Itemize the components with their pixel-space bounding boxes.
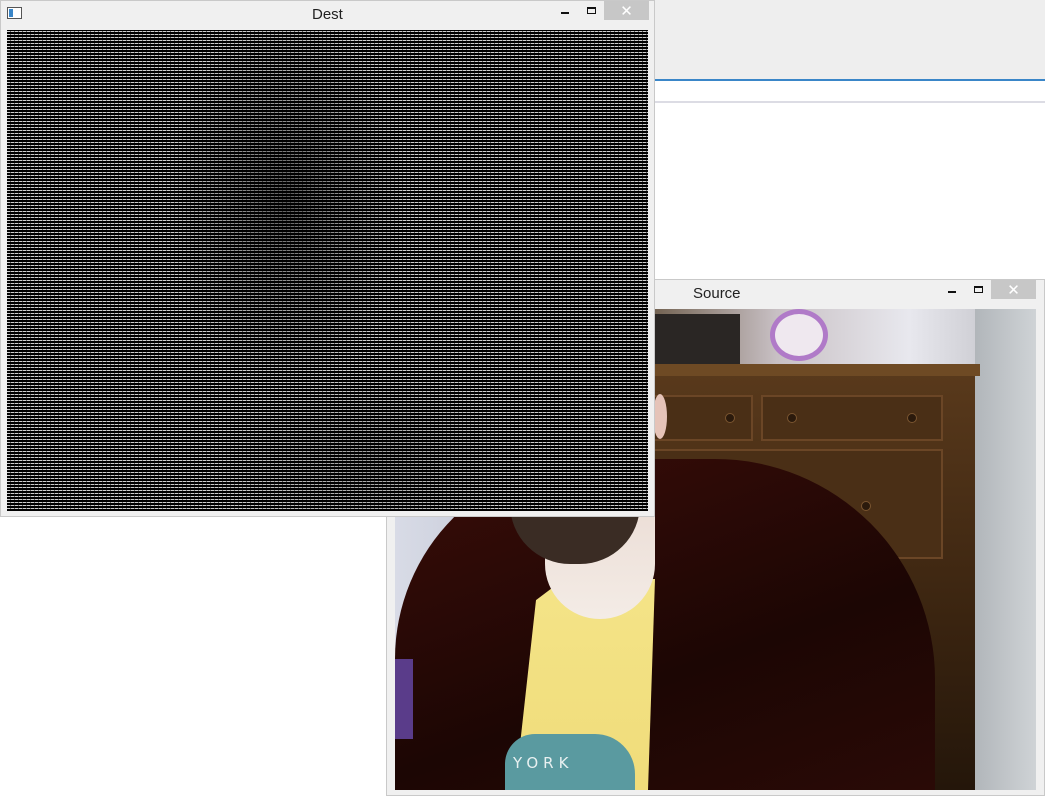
- scene-knob: [787, 413, 797, 423]
- peace-sign-icon: [770, 309, 828, 361]
- scene-purple-object: [395, 659, 413, 739]
- dest-halftone-image: [7, 30, 648, 511]
- dest-minimize-button[interactable]: [552, 1, 578, 20]
- minimize-icon: [561, 11, 569, 14]
- scene-printer: [650, 314, 740, 364]
- dest-window[interactable]: Dest ✕: [0, 0, 655, 517]
- scene-drawer: [653, 395, 753, 441]
- dest-window-title: Dest: [312, 6, 343, 23]
- shirt-text: YORK: [513, 754, 574, 772]
- scene-dresser-top: [630, 364, 980, 376]
- minimize-icon: [948, 290, 956, 293]
- dest-maximize-button[interactable]: [578, 1, 604, 20]
- source-maximize-button[interactable]: [965, 280, 991, 299]
- scene-knob: [725, 413, 735, 423]
- dest-close-button[interactable]: ✕: [604, 1, 649, 20]
- window-icon[interactable]: [7, 7, 22, 19]
- dest-titlebar[interactable]: Dest ✕: [1, 1, 654, 29]
- close-icon: ✕: [620, 2, 633, 20]
- source-close-button[interactable]: ✕: [991, 280, 1036, 299]
- maximize-icon: [973, 286, 983, 293]
- source-window-title: Source: [693, 285, 741, 302]
- maximize-icon: [586, 7, 596, 14]
- scene-knob: [861, 501, 871, 511]
- scene-ear: [653, 394, 667, 439]
- source-minimize-button[interactable]: [939, 280, 965, 299]
- scene-knob: [907, 413, 917, 423]
- close-icon: ✕: [1007, 281, 1020, 299]
